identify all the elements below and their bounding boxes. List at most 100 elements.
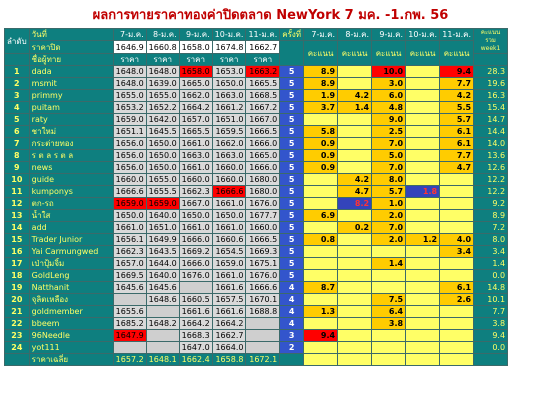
player-name: ชาใหม่ (28, 125, 114, 138)
guess-price: 1666.0 (178, 257, 213, 270)
avg-score-spacer (371, 353, 407, 366)
guess-price: 1663.0 (178, 149, 213, 162)
guess-price: 1648.0 (112, 77, 147, 90)
player-name: goldmember (28, 305, 114, 318)
avg-week-spacer (279, 353, 305, 366)
rank-cell: 9 (4, 161, 30, 174)
close-label: ราคาปิด (28, 40, 114, 54)
guess-price: 1650.0 (211, 209, 247, 222)
total-score: 13.6 (473, 149, 509, 162)
guess-price: 1658.0 (178, 65, 213, 78)
guess-price: 1651.0 (145, 221, 180, 234)
score-cell (405, 293, 441, 306)
score-cell (405, 149, 441, 162)
week-count: 2 (279, 341, 305, 354)
table-row: 20 จุลิตเหลือง 1648.6 1660.5 1657.5 1670.1 4 7.… (4, 293, 509, 306)
guess-price: 1648.0 (112, 65, 147, 78)
guess-price: 1661.6 (211, 305, 247, 318)
score-cell (439, 329, 475, 342)
week-count: 5 (279, 257, 305, 270)
score-cell: 1.4 (371, 257, 407, 270)
table-row: 21 goldmember 1655.6 1661.6 1661.6 1688.8 4 1.3… (4, 305, 509, 318)
guess-price: 1661.2 (211, 101, 247, 114)
player-name: news (28, 161, 114, 174)
score-cell (337, 149, 373, 162)
rank-cell: 17 (4, 257, 30, 270)
score-cell (303, 113, 339, 126)
total-score: 12.2 (473, 173, 509, 186)
table-row: 12 ตก-รถ 1659.0 1659.0 1667.0 1661.0 1676.0 5 8.… (4, 197, 509, 210)
score-cell: 6.0 (371, 89, 407, 102)
avg-total-spacer (473, 353, 509, 366)
score-cell (337, 137, 373, 150)
score-cell: 1.8 (405, 185, 441, 198)
guess-price: 1663.2 (245, 65, 281, 78)
score-cell (337, 293, 373, 306)
week-count: 4 (279, 305, 305, 318)
score-cell: 1.2 (405, 233, 441, 246)
guess-price (178, 281, 213, 294)
guess-price: 1669.5 (112, 269, 147, 282)
score-cell: 6.9 (303, 209, 339, 222)
player-name: ตก-รถ (28, 197, 114, 210)
guess-price: 1656.1 (112, 233, 147, 246)
guess-price: 1688.8 (245, 305, 281, 318)
score-cell (337, 209, 373, 222)
guess-price: 1650.0 (112, 209, 147, 222)
guess-price: 1656.0 (112, 149, 147, 162)
rank-cell: 12 (4, 197, 30, 210)
guess-price: 1661.0 (178, 221, 213, 234)
score-cell (371, 245, 407, 258)
table-row: 7 กระต่ายทอง 1656.0 1650.0 1661.0 1662.0 1666.… (4, 137, 509, 150)
guess-price: 1648.6 (145, 293, 180, 306)
score-cell: 9.4 (439, 65, 475, 78)
score-cell (405, 329, 441, 342)
rank-cell: 14 (4, 221, 30, 234)
guess-price: 1657.0 (178, 113, 213, 126)
guess-price: 1666.0 (178, 233, 213, 246)
guess-price: 1648.0 (145, 65, 180, 78)
score-cell (439, 185, 475, 198)
close-price: 1660.8 (145, 40, 180, 54)
score-cell (405, 125, 441, 138)
total-score: 3.8 (473, 317, 509, 330)
week-count: 5 (279, 209, 305, 222)
guess-price: 1669.3 (245, 245, 281, 258)
guess-price: 1667.0 (245, 113, 281, 126)
date-header: 11-ม.ค. (245, 28, 281, 41)
table-row: 23 96Needle 1647.9 1668.3 1662.7 3 9.4 9.4 (4, 329, 509, 342)
price-header: ราคา (211, 53, 247, 66)
guess-price: 1650.0 (145, 161, 180, 174)
total-score: 14.8 (473, 281, 509, 294)
total-score: 12.2 (473, 185, 509, 198)
total-score: 9.2 (473, 197, 509, 210)
guess-price: 1647.0 (178, 341, 213, 354)
score-cell: 7.7 (439, 149, 475, 162)
table-row: 8ร ต ล ร ต ล 1656.0 1650.0 1663.0 1663.0 1665… (4, 149, 509, 162)
score-cell: 5.0 (371, 149, 407, 162)
score-cell (405, 161, 441, 174)
score-cell: 8.9 (303, 77, 339, 90)
score-cell (405, 305, 441, 318)
player-name: kumponys (28, 185, 114, 198)
score-cell (337, 65, 373, 78)
guess-price (245, 329, 281, 342)
guess-price: 1680.0 (245, 173, 281, 186)
guess-price: 1666.6 (112, 185, 147, 198)
guess-price: 1661.0 (211, 221, 247, 234)
score-cell: 2.0 (371, 233, 407, 246)
guess-price: 1664.2 (211, 317, 247, 330)
avg-price: 1657.2 (112, 353, 147, 366)
avg-price: 1672.1 (245, 353, 281, 366)
guess-price: 1675.1 (245, 257, 281, 270)
score-cell (405, 245, 441, 258)
score-cell (337, 269, 373, 282)
player-name: Yai Carmungwed (28, 245, 114, 258)
score-cell (405, 173, 441, 186)
avg-score-spacer (439, 353, 475, 366)
total-score: 7.2 (473, 221, 509, 234)
guess-price: 1660.0 (112, 173, 147, 186)
player-name: GoldLeng (28, 269, 114, 282)
guess-price: 1661.0 (178, 161, 213, 174)
guess-price (112, 293, 147, 306)
